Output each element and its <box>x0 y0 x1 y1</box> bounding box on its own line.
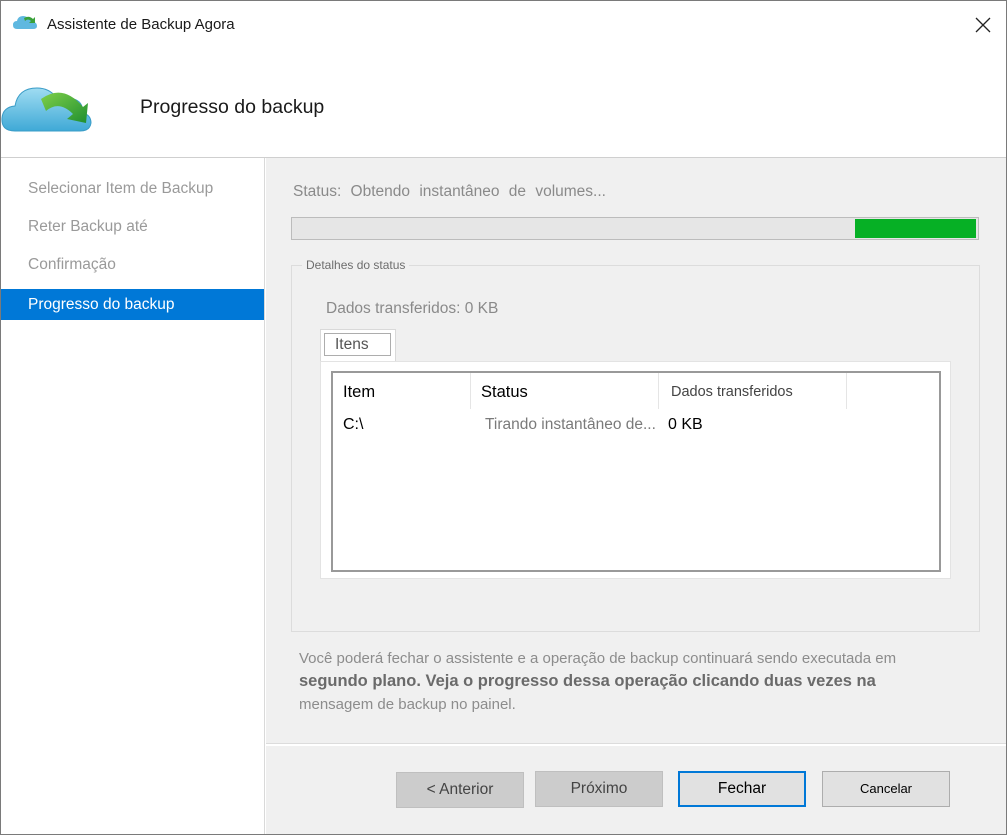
page-title: Progresso do backup <box>140 96 325 118</box>
tab-items[interactable]: Itens <box>320 329 396 361</box>
progress-bar <box>291 217 979 240</box>
items-tab-panel: Item Status Dados transferidos C:\ Tiran… <box>320 361 951 579</box>
wizard-sidebar: Selecionar Item de Backup Reter Backup a… <box>1 158 265 834</box>
column-header-data-transferred[interactable]: Dados transferidos <box>659 373 847 409</box>
sidebar-item-backup-progress[interactable]: Progresso do backup <box>1 289 264 320</box>
sidebar-item-retain-backup[interactable]: Reter Backup até <box>1 211 264 242</box>
info-message: Você poderá fechar o assistente e a oper… <box>299 647 959 716</box>
sidebar-item-select-backup-item[interactable]: Selecionar Item de Backup <box>1 173 264 204</box>
cancel-button[interactable]: Cancelar <box>822 771 950 807</box>
status-text: Status: Obtendo instantâneo de volumes..… <box>293 183 606 200</box>
wizard-header: Progresso do backup <box>1 49 1006 157</box>
info-line-3: mensagem de backup no painel. <box>299 696 516 713</box>
progress-fill <box>855 219 976 238</box>
next-button[interactable]: Próximo <box>535 771 663 807</box>
column-header-status[interactable]: Status <box>471 373 659 409</box>
info-line-2: segundo plano. Veja o progresso dessa op… <box>299 672 876 690</box>
items-list[interactable]: Item Status Dados transferidos C:\ Tiran… <box>331 371 941 572</box>
info-line-1: Você poderá fechar o assistente e a oper… <box>299 650 897 667</box>
sidebar-item-confirmation[interactable]: Confirmação <box>1 249 264 280</box>
title-bar: Assistente de Backup Agora <box>1 1 1006 49</box>
cloud-backup-icon <box>13 16 37 29</box>
row-item-cell: C:\ <box>343 416 364 433</box>
previous-button[interactable]: < Anterior <box>396 772 524 808</box>
wizard-content: Status: Obtendo instantâneo de volumes..… <box>266 158 1006 834</box>
transferred-data-text: Dados transferidos: 0 KB <box>326 300 499 317</box>
status-details-group: Detalhes do status Dados transferidos: 0… <box>291 258 980 632</box>
row-status-cell: Tirando instantâneo de... <box>485 416 656 433</box>
column-header-item[interactable]: Item <box>333 373 471 409</box>
close-icon <box>975 17 991 33</box>
close-window-button[interactable] <box>960 1 1006 49</box>
tab-items-label: Itens <box>324 333 391 356</box>
wizard-window: Assistente de Backup Agora Progresso do … <box>0 0 1007 835</box>
footer-divider <box>266 743 1006 746</box>
window-title: Assistente de Backup Agora <box>47 16 235 33</box>
status-details-title: Detalhes do status <box>302 258 410 272</box>
row-data-cell: 0 KB <box>668 416 703 433</box>
close-button[interactable]: Fechar <box>678 771 806 807</box>
cloud-backup-icon <box>1 87 92 132</box>
